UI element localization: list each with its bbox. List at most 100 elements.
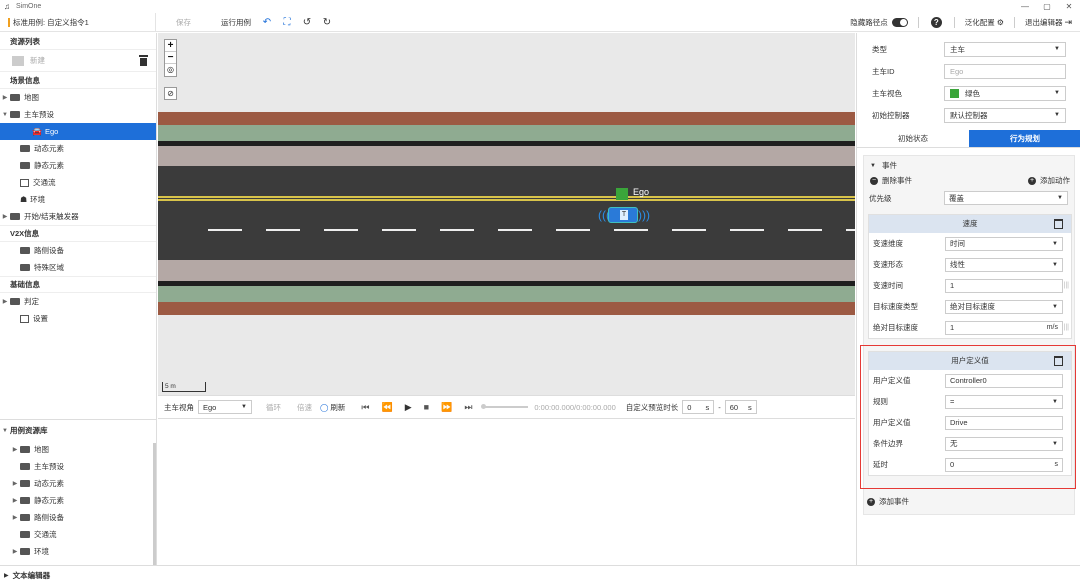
- tree-item-map[interactable]: ▶ 地图: [0, 89, 156, 106]
- tree-item-settings[interactable]: 设置: [0, 310, 156, 327]
- view-select[interactable]: Ego ▼: [198, 400, 252, 414]
- lib-item-ego-preset[interactable]: 主车预设: [0, 458, 156, 475]
- save-button[interactable]: 保存: [170, 17, 197, 28]
- lib-item-static[interactable]: ▶ 静态元素: [0, 492, 156, 509]
- rotate-left-icon[interactable]: ↺: [299, 14, 315, 30]
- help-icon[interactable]: ?: [930, 17, 942, 28]
- caret-right-icon[interactable]: ▶: [10, 548, 20, 555]
- target-speed-input[interactable]: 1 m/s: [945, 320, 1063, 335]
- select-value: 主车: [950, 44, 965, 54]
- add-action-button[interactable]: + 添加动作: [1028, 173, 1070, 188]
- type-select[interactable]: 主车 ▼: [944, 41, 1066, 57]
- play-icon[interactable]: ▶: [405, 402, 412, 413]
- select-value: 绝对目标速度: [950, 302, 995, 311]
- close-button[interactable]: ✕: [1058, 0, 1080, 13]
- fit-view-icon[interactable]: ⛶: [279, 14, 295, 30]
- base-info-header: 基础信息: [0, 276, 156, 293]
- tree-item-judge[interactable]: ▶ 判定: [0, 293, 156, 310]
- speed-dimension-select[interactable]: 时间 ▼: [945, 236, 1063, 251]
- caret-down-icon[interactable]: ▼: [870, 163, 876, 169]
- map-canvas[interactable]: Ego ((( T ))) + − ◎ ⊘ 5 m: [158, 33, 855, 395]
- maximize-button[interactable]: ▢: [1036, 0, 1058, 13]
- ruler-icon[interactable]: ⊘: [164, 87, 177, 100]
- caret-right-icon[interactable]: ▶: [10, 514, 20, 521]
- tree-item-dynamic[interactable]: 动态元素: [0, 140, 156, 157]
- exit-editor-button[interactable]: 退出编辑器: [1019, 17, 1065, 28]
- lib-item-roadside[interactable]: ▶ 路侧设备: [0, 509, 156, 526]
- caret-right-icon[interactable]: ▶: [0, 298, 10, 305]
- caret-down-icon[interactable]: ▼: [0, 428, 10, 434]
- skip-end-icon[interactable]: ⏭: [464, 402, 472, 413]
- speed-button[interactable]: 倍速: [297, 402, 312, 413]
- new-folder-icon[interactable]: [12, 55, 24, 66]
- preview-end-input[interactable]: 60 s: [724, 400, 757, 414]
- caret-right-icon[interactable]: ▶: [10, 480, 20, 487]
- step-back-icon[interactable]: ⏪: [382, 402, 393, 413]
- priority-select[interactable]: 覆盖 ▼: [944, 191, 1068, 205]
- new-button[interactable]: 新建: [30, 55, 45, 66]
- caret-right-icon[interactable]: ▶: [0, 213, 10, 220]
- delete-event-button[interactable]: 删除事件: [882, 175, 912, 186]
- left-scrollbar[interactable]: [153, 443, 156, 568]
- gear-icon[interactable]: ⚙: [997, 18, 1004, 27]
- speed-shape-select[interactable]: 线性 ▼: [945, 257, 1063, 272]
- tree-item-ego-preset[interactable]: ▼ 主车预设: [0, 106, 156, 123]
- tree-item-roadside[interactable]: 路侧设备: [0, 242, 156, 259]
- text-editor-header[interactable]: ▶ 文本编辑器: [0, 565, 1080, 585]
- rotate-right-icon[interactable]: ↻: [319, 14, 335, 30]
- road-lanes: [158, 166, 855, 260]
- locate-icon[interactable]: ◎: [165, 64, 176, 76]
- controller-select[interactable]: 默认控制器 ▼: [944, 107, 1066, 123]
- refresh-button[interactable]: 刷新: [330, 402, 345, 413]
- time-display: 0:00:00.000/0:00:00.000: [534, 402, 616, 412]
- caret-right-icon[interactable]: ▶: [0, 94, 10, 101]
- tab-initial-state[interactable]: 初始状态: [857, 130, 969, 148]
- speed-time-input[interactable]: 1: [945, 278, 1063, 293]
- color-select[interactable]: 绿色 ▼: [944, 85, 1066, 101]
- event-header[interactable]: ▼ 事件: [864, 158, 1074, 173]
- lib-item-dynamic[interactable]: ▶ 动态元素: [0, 475, 156, 492]
- tree-item-triggers[interactable]: ▶ 开始/结束触发器: [0, 208, 156, 225]
- tree-item-ego[interactable]: 🚘 Ego: [0, 123, 156, 140]
- tree-item-environment[interactable]: ☗ 环境: [0, 191, 156, 208]
- caret-right-icon[interactable]: ▶: [4, 572, 9, 579]
- case-library-header[interactable]: ▼ 用例资源库: [0, 422, 156, 439]
- run-case-button[interactable]: 运行用例: [215, 17, 257, 28]
- road-sidewalk-top: [158, 112, 855, 125]
- speed-action-card: 速度 变速维度 时间 ▼ 变速形态 线性 ▼ 变速时间 1 ||| 目标速度类型 绝…: [868, 214, 1072, 339]
- zoom-out-button[interactable]: −: [165, 52, 176, 64]
- ego-id-input[interactable]: Ego: [944, 63, 1066, 79]
- zoom-in-button[interactable]: +: [165, 40, 176, 52]
- caret-down-icon[interactable]: ▼: [0, 112, 10, 118]
- tab-behavior-plan[interactable]: 行为规划: [969, 130, 1080, 148]
- param-icon[interactable]: |||: [1064, 324, 1069, 331]
- timeline-slider[interactable]: [481, 404, 529, 409]
- step-forward-icon[interactable]: ⏩: [441, 402, 452, 413]
- add-event-button[interactable]: + 添加事件: [867, 496, 909, 507]
- hide-path-toggle[interactable]: [891, 18, 908, 27]
- tree-item-special-area[interactable]: 特殊区域: [0, 259, 156, 276]
- ego-marker[interactable]: [616, 188, 628, 200]
- lib-item-map[interactable]: ▶ 地图: [0, 441, 156, 458]
- target-speed-type-select[interactable]: 绝对目标速度 ▼: [945, 299, 1063, 314]
- caret-right-icon[interactable]: ▶: [10, 446, 20, 453]
- undo-icon[interactable]: ↶: [259, 14, 275, 30]
- trash-icon[interactable]: [139, 55, 148, 66]
- tree-item-traffic[interactable]: 交通流: [0, 174, 156, 191]
- preview-start-input[interactable]: 0 s: [682, 400, 715, 414]
- tree-item-static[interactable]: 静态元素: [0, 157, 156, 174]
- ego-vehicle[interactable]: ((( T ))): [598, 204, 650, 226]
- param-icon[interactable]: |||: [1064, 282, 1069, 289]
- loop-button[interactable]: 循环: [266, 402, 281, 413]
- lib-item-traffic[interactable]: 交通流: [0, 526, 156, 543]
- exit-icon[interactable]: ⇥: [1064, 17, 1072, 28]
- trash-icon[interactable]: [1054, 219, 1063, 229]
- lib-item-environment[interactable]: ▶ 环境: [0, 543, 156, 560]
- minimize-button[interactable]: —: [1014, 0, 1036, 13]
- caret-right-icon[interactable]: ▶: [10, 497, 20, 504]
- refresh-icon[interactable]: ◯: [320, 403, 328, 412]
- generalize-config-button[interactable]: 泛化配置: [959, 17, 997, 28]
- minus-circle-icon[interactable]: −: [870, 176, 878, 185]
- stop-icon[interactable]: ■: [424, 402, 429, 412]
- skip-start-icon[interactable]: ⏮: [361, 402, 369, 413]
